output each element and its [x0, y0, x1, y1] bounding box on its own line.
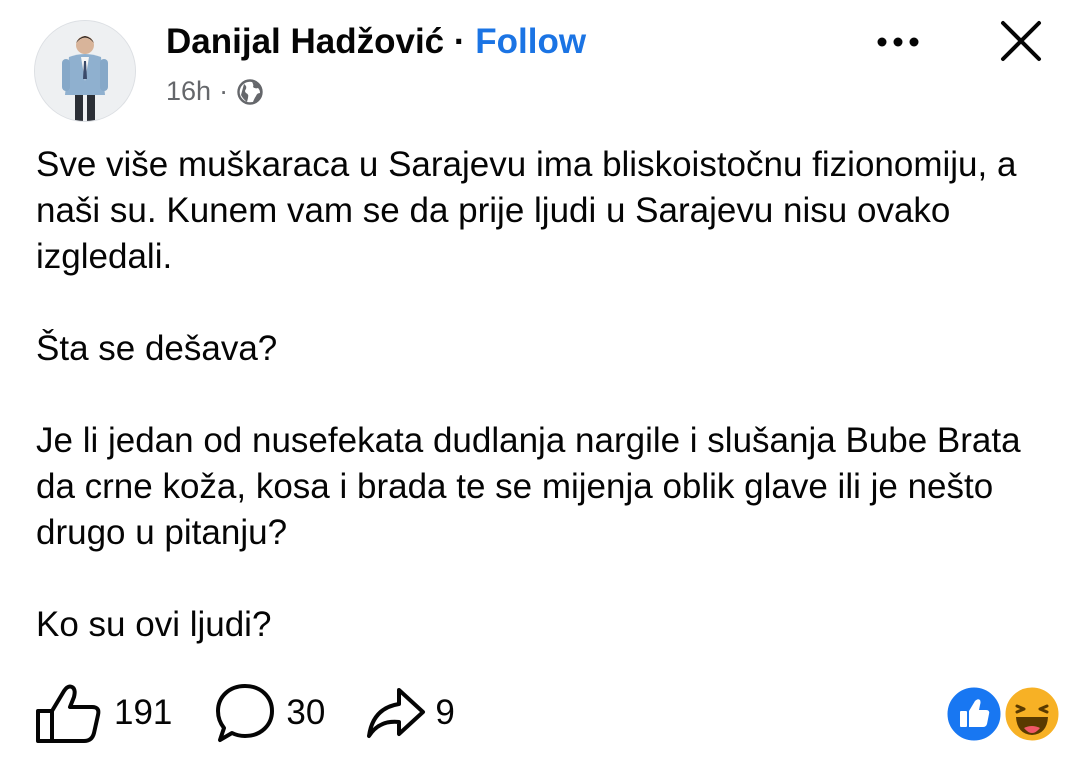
post-paragraph: Ko su ovi ljudi? — [36, 605, 272, 644]
more-horizontal-icon — [877, 37, 919, 47]
comment-button[interactable]: 30 — [212, 680, 325, 746]
author-name[interactable]: Danijal Hadžović — [166, 22, 444, 61]
close-button[interactable] — [996, 16, 1046, 66]
share-icon — [367, 688, 426, 738]
post-meta: 16h · — [166, 76, 264, 107]
post-paragraph: Šta se dešava? — [36, 329, 278, 368]
haha-reaction-icon — [1002, 684, 1062, 744]
reaction-summary[interactable] — [944, 684, 1064, 746]
post-paragraph: Je li jedan od nusefekata dudlanja nargi… — [36, 421, 1021, 552]
avatar-image — [35, 21, 135, 121]
share-count: 9 — [435, 693, 455, 732]
post-timestamp[interactable]: 16h — [166, 76, 211, 107]
post-text: Sve više muškaraca u Sarajevu ima blisko… — [36, 142, 1046, 648]
globe-icon — [236, 78, 264, 106]
post-paragraph: Sve više muškaraca u Sarajevu ima blisko… — [36, 145, 1017, 276]
author-avatar[interactable] — [34, 20, 136, 122]
more-options-button[interactable] — [872, 24, 924, 60]
meta-separator: · — [219, 76, 229, 106]
follow-button[interactable]: Follow — [475, 22, 586, 61]
post-header-line: Danijal Hadžović · Follow — [166, 22, 586, 62]
like-button[interactable]: 191 — [32, 681, 172, 745]
thumbs-up-icon — [36, 684, 101, 743]
share-button[interactable]: 9 — [365, 684, 455, 742]
comment-count: 30 — [286, 693, 326, 732]
post-actions: 191 30 9 — [32, 680, 455, 746]
like-count: 191 — [114, 693, 173, 732]
close-icon — [1001, 21, 1041, 61]
header-separator: · — [453, 22, 466, 61]
like-reaction-icon — [944, 684, 1004, 744]
comment-icon — [216, 684, 275, 742]
